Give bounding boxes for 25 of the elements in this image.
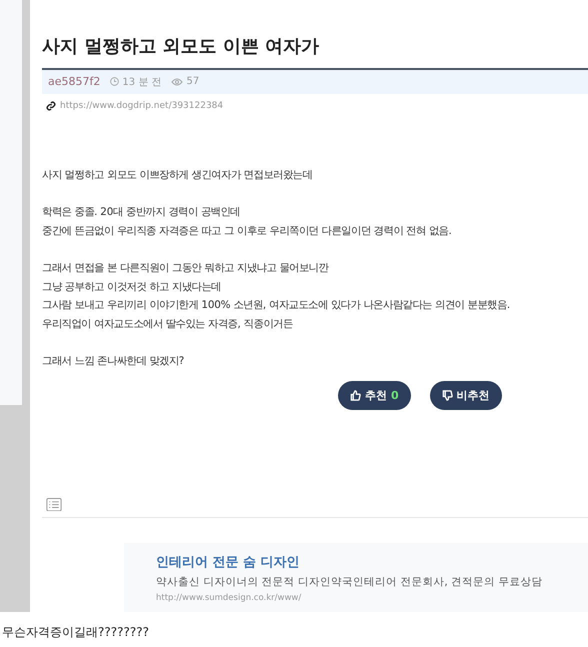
body-text: 그래서 느낌 존나싸한데 맞겠지?: [42, 354, 186, 370]
body-text: 학력은 중졸. 20대 중반까지 경력이 공백인데: [42, 205, 242, 220]
eye-icon: [171, 78, 184, 86]
ad-description: 약사출신 디자이너의 전문적 디자인약국인테리어 전문회사, 견적문의 무료상담: [156, 575, 544, 590]
body-text: 그사람 보내고 우리끼리 이야기한게 100% 소년원, 여자교도소에 있다가 나온사람같다는 의견이 분분했음.: [42, 298, 511, 314]
comment-text: 무슨자격증이길래????????: [1, 624, 150, 641]
thumbs-down-icon: [442, 390, 453, 401]
author-name[interactable]: ae5857f2: [48, 75, 100, 88]
thumbs-up-icon: [350, 390, 361, 401]
body-text: 중간에 뜬금없이 우리직종 자격증은 따고 그 이후로 우리쪽이던 다른일이던 경력이 전혀 없음.: [42, 224, 453, 239]
upvote-button[interactable]: 추천 0: [338, 380, 411, 410]
body-text: 사지 멀쩡하고 외모도 이쁘장하게 생긴여자가 면접보러왔는데: [42, 168, 314, 183]
body-text: 우리직업이 여자교도소에서 딸수있는 자격증, 직종이거든: [42, 316, 294, 332]
clock-icon: [110, 77, 120, 86]
list-icon[interactable]: [46, 498, 62, 512]
body-text: 그래서 면접을 본 다른직원이 그동안 뭐하고 지냈냐고 물어보니깐: [42, 261, 330, 276]
ad-title[interactable]: 인테리어 전문 숨 디자인: [156, 553, 588, 572]
ad-card[interactable]: 인테리어 전문 숨 디자인 약사출신 디자이너의 전문적 디자인약국인테리어 전문회사, 견적문의 무료상담 http://www.sumdesign.co.kr/www/: [124, 543, 588, 612]
downvote-button[interactable]: 비추천: [430, 380, 502, 410]
view-count: 57: [186, 76, 200, 88]
body-text: 그냥 공부하고 이것저것 하고 지냈다는데: [42, 280, 222, 295]
ad-url: http://www.sumdesign.co.kr/www/: [156, 593, 302, 604]
post-time: 13 분 전: [122, 76, 162, 89]
post-title: 사지 멀쩡하고 외모도 이쁜 여자가: [42, 35, 320, 58]
link-icon: [46, 100, 56, 111]
